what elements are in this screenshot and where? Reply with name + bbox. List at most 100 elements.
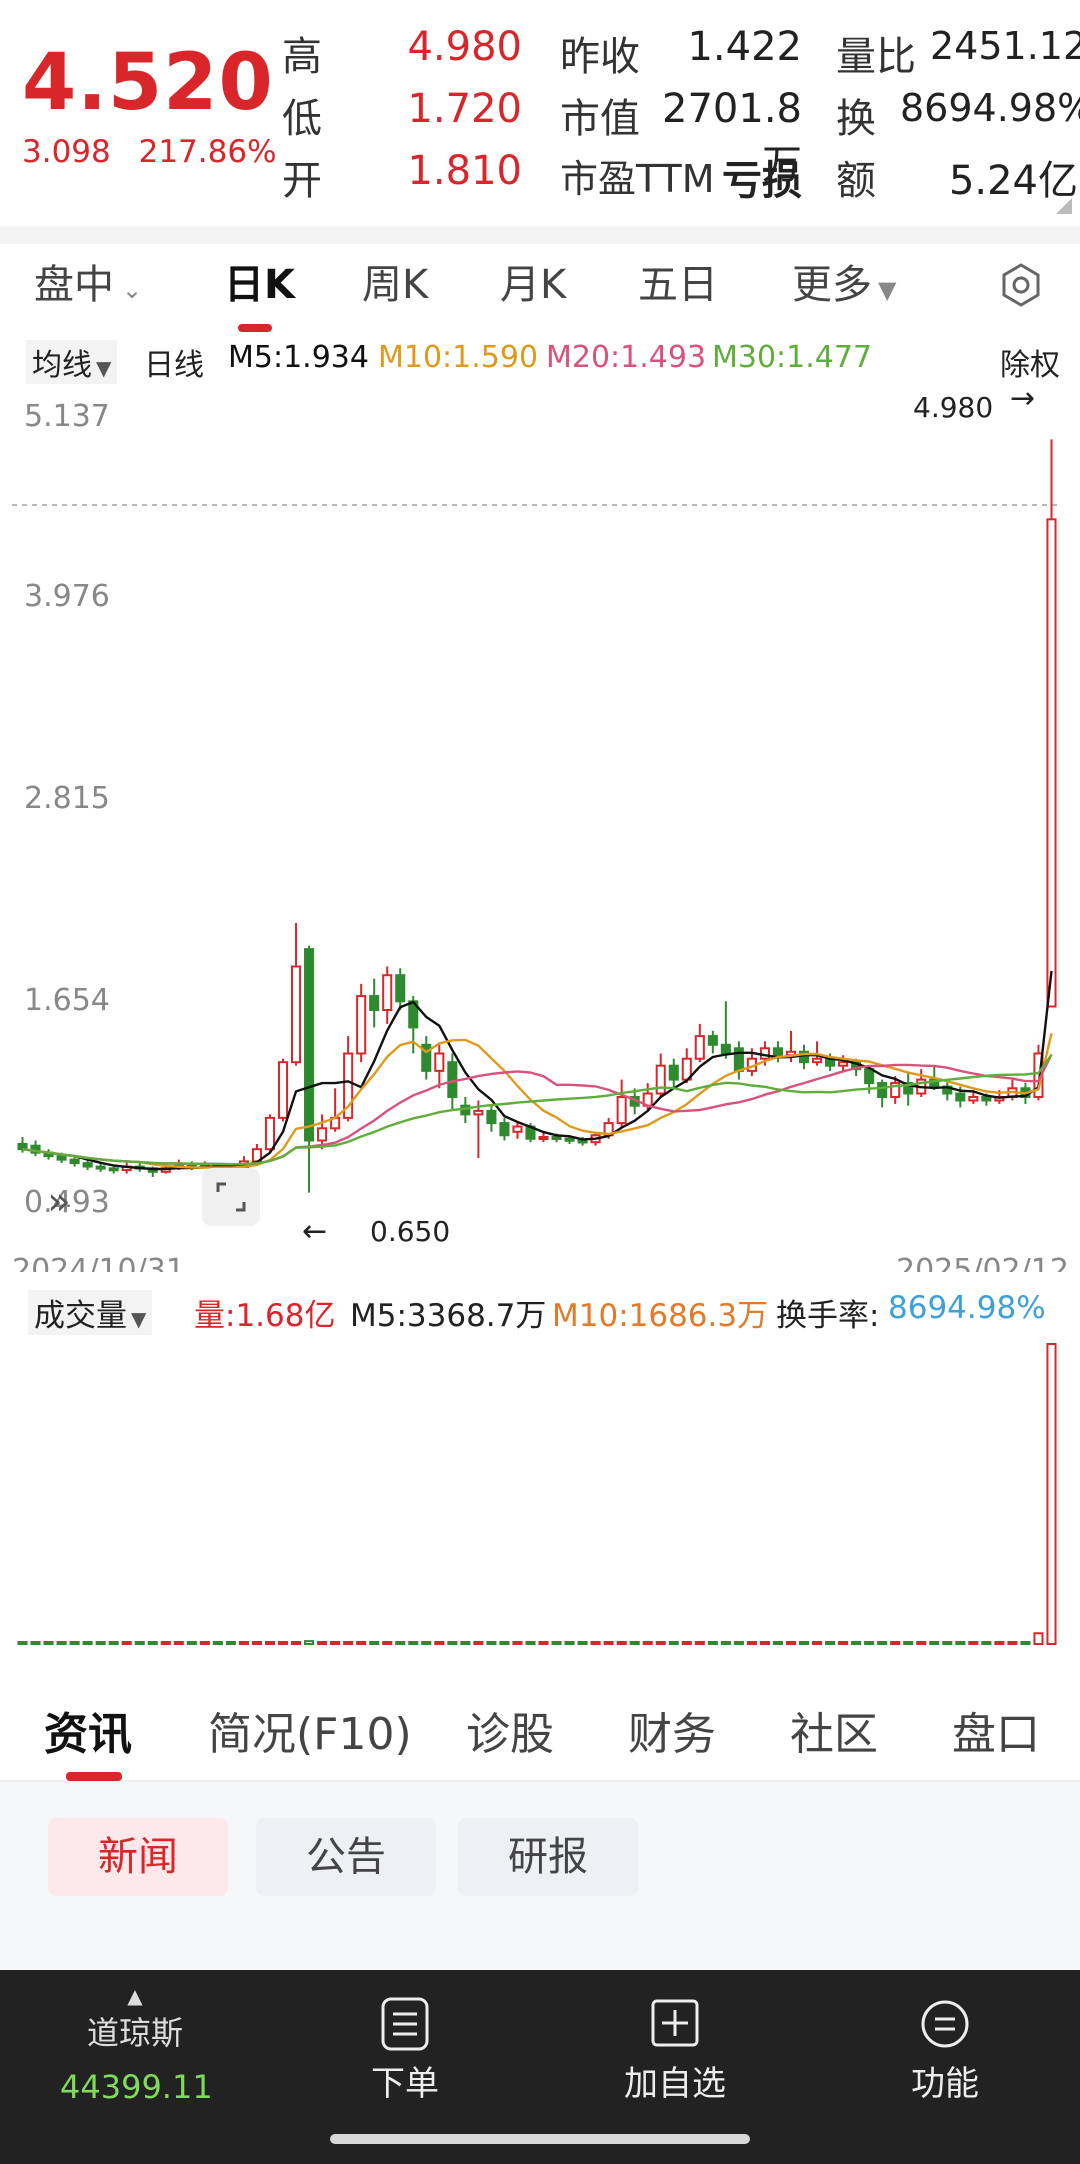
functions-label: 功能: [911, 2064, 979, 2104]
ma-legend: 均线 ▼ 日线 M5:1.934 M10:1.590 M20:1.493 M30:…: [0, 340, 1080, 390]
volume-bar: [356, 1641, 367, 1645]
candle-body: [499, 1122, 510, 1137]
candlestick-chart[interactable]: 5.1373.9762.8151.6540.493 4.980 → ← 0.65…: [0, 392, 1080, 1272]
change-percent: 217.86%: [138, 134, 277, 170]
ma20-value: M20:1.493: [546, 340, 707, 375]
candle-body: [277, 1061, 289, 1119]
candle-body: [968, 1095, 979, 1102]
volume-bar: [473, 1641, 484, 1645]
volume-bar: [890, 1641, 901, 1645]
candle-body: [356, 995, 367, 1055]
price-change: 3.098 217.86%: [22, 134, 277, 170]
volume-bar: [720, 1641, 731, 1645]
tab-community[interactable]: 社区: [790, 1698, 878, 1762]
stat-value-high: 4.980: [407, 24, 522, 70]
stat-value-pe: 亏损: [722, 158, 802, 204]
volume-type-select[interactable]: 成交量 ▼: [28, 1290, 153, 1335]
add-watchlist-button[interactable]: 加自选: [610, 1996, 740, 2105]
volume-bar: [694, 1641, 705, 1645]
stat-label-pe: 市盈TTM: [560, 148, 715, 203]
candle-body: [538, 1136, 549, 1141]
volume-bar: [929, 1641, 940, 1645]
tab-profile-f10[interactable]: 简况(F10): [208, 1698, 412, 1762]
candle-body: [838, 1061, 849, 1067]
volume-bar: [421, 1641, 432, 1645]
candle-body: [108, 1167, 119, 1172]
chip-announcements[interactable]: 公告: [256, 1818, 436, 1896]
volume-bar: [1007, 1641, 1018, 1645]
candle-body: [811, 1057, 823, 1064]
volume-bar: [56, 1641, 67, 1645]
candle-body: [707, 1035, 718, 1046]
expand-corner-icon[interactable]: [1056, 198, 1072, 214]
turnover-value: 8694.98%: [888, 1290, 1046, 1326]
volume-bar: [251, 1641, 263, 1645]
volume-bar: [746, 1641, 757, 1645]
volume-bar: [668, 1641, 679, 1645]
ma-line-label[interactable]: 日线: [144, 340, 204, 384]
volume-bar: [942, 1641, 953, 1645]
chip-research[interactable]: 研报: [458, 1818, 638, 1896]
tab-five-day[interactable]: 五日: [638, 252, 718, 310]
volume-label: 成交量: [34, 1298, 127, 1334]
volume-bar: [525, 1641, 536, 1645]
home-indicator[interactable]: [330, 2134, 750, 2144]
tab-order-book[interactable]: 盘口: [952, 1698, 1040, 1762]
double-chevron-right-icon[interactable]: »: [36, 1178, 82, 1224]
volume-m10: M10:1686.3万: [552, 1298, 769, 1334]
volume-bar: [968, 1641, 979, 1645]
candle-body: [369, 995, 380, 1011]
volume-bar: [147, 1641, 158, 1645]
volume-bar: [512, 1641, 523, 1645]
right-arrow-icon: →: [1010, 392, 1035, 416]
ma-type-select[interactable]: 均线 ▼: [26, 340, 118, 384]
caret-down-icon: ▼: [878, 276, 897, 304]
volume-bar: [30, 1641, 41, 1645]
index-ticker[interactable]: ▲ 道琼斯 44399.11: [60, 1984, 213, 2106]
volume-bar: [798, 1641, 810, 1645]
ex-rights-label[interactable]: 除权: [1000, 340, 1060, 384]
tab-more[interactable]: 更多 ▼: [792, 252, 896, 310]
stat-value-open: 1.810: [407, 148, 522, 194]
candle-body: [668, 1064, 679, 1081]
functions-button[interactable]: 功能: [890, 1996, 1000, 2105]
info-tabs: 资讯 简况(F10) 诊股 财务 社区 盘口: [0, 1690, 1080, 1782]
period-tabs: 盘中 ⌄ 日K 周K 月K 五日 更多 ▼: [0, 252, 1080, 332]
volume-bar: [369, 1641, 380, 1645]
volume-bar: [408, 1641, 419, 1645]
volume-bar: [707, 1641, 718, 1645]
candle-body: [616, 1095, 627, 1125]
tab-monthly-k[interactable]: 月K: [500, 252, 566, 310]
tab-weekly-k[interactable]: 周K: [362, 252, 428, 310]
end-date-label: 2025/02/12: [896, 1253, 1069, 1272]
ma30-value: M30:1.477: [712, 340, 873, 375]
volume-bar: [395, 1641, 406, 1645]
add-watchlist-label: 加自选: [624, 2064, 726, 2104]
volume-bar: [681, 1641, 692, 1645]
fullscreen-button[interactable]: [202, 1168, 260, 1226]
candle-body: [694, 1035, 705, 1060]
stat-value-low: 1.720: [407, 86, 522, 132]
volume-bar: [733, 1641, 744, 1645]
volume-bar: [1020, 1641, 1031, 1645]
tab-diagnosis[interactable]: 诊股: [466, 1698, 554, 1762]
tab-intraday[interactable]: 盘中 ⌄: [34, 252, 142, 310]
volume-bar: [290, 1641, 302, 1645]
volume-bar: [199, 1641, 210, 1645]
chip-news[interactable]: 新闻: [48, 1818, 228, 1896]
tab-news-info[interactable]: 资讯: [44, 1698, 132, 1762]
stat-label-high: 高: [282, 34, 322, 80]
volume-chart[interactable]: [0, 1340, 1080, 1650]
stat-label-turnover: 换: [836, 96, 876, 142]
volume-bar: [134, 1641, 145, 1645]
order-button[interactable]: 下单: [350, 1996, 460, 2105]
change-value: 3.098: [22, 134, 111, 170]
volume-bar: [981, 1641, 992, 1645]
volume-m5: M5:3368.7万: [350, 1298, 547, 1334]
tab-finance[interactable]: 财务: [628, 1698, 716, 1762]
candle-body: [264, 1116, 276, 1151]
candle-body: [95, 1165, 106, 1170]
settings-icon[interactable]: [998, 262, 1044, 312]
candle-body: [304, 948, 315, 1142]
tab-daily-k[interactable]: 日K: [224, 252, 295, 310]
